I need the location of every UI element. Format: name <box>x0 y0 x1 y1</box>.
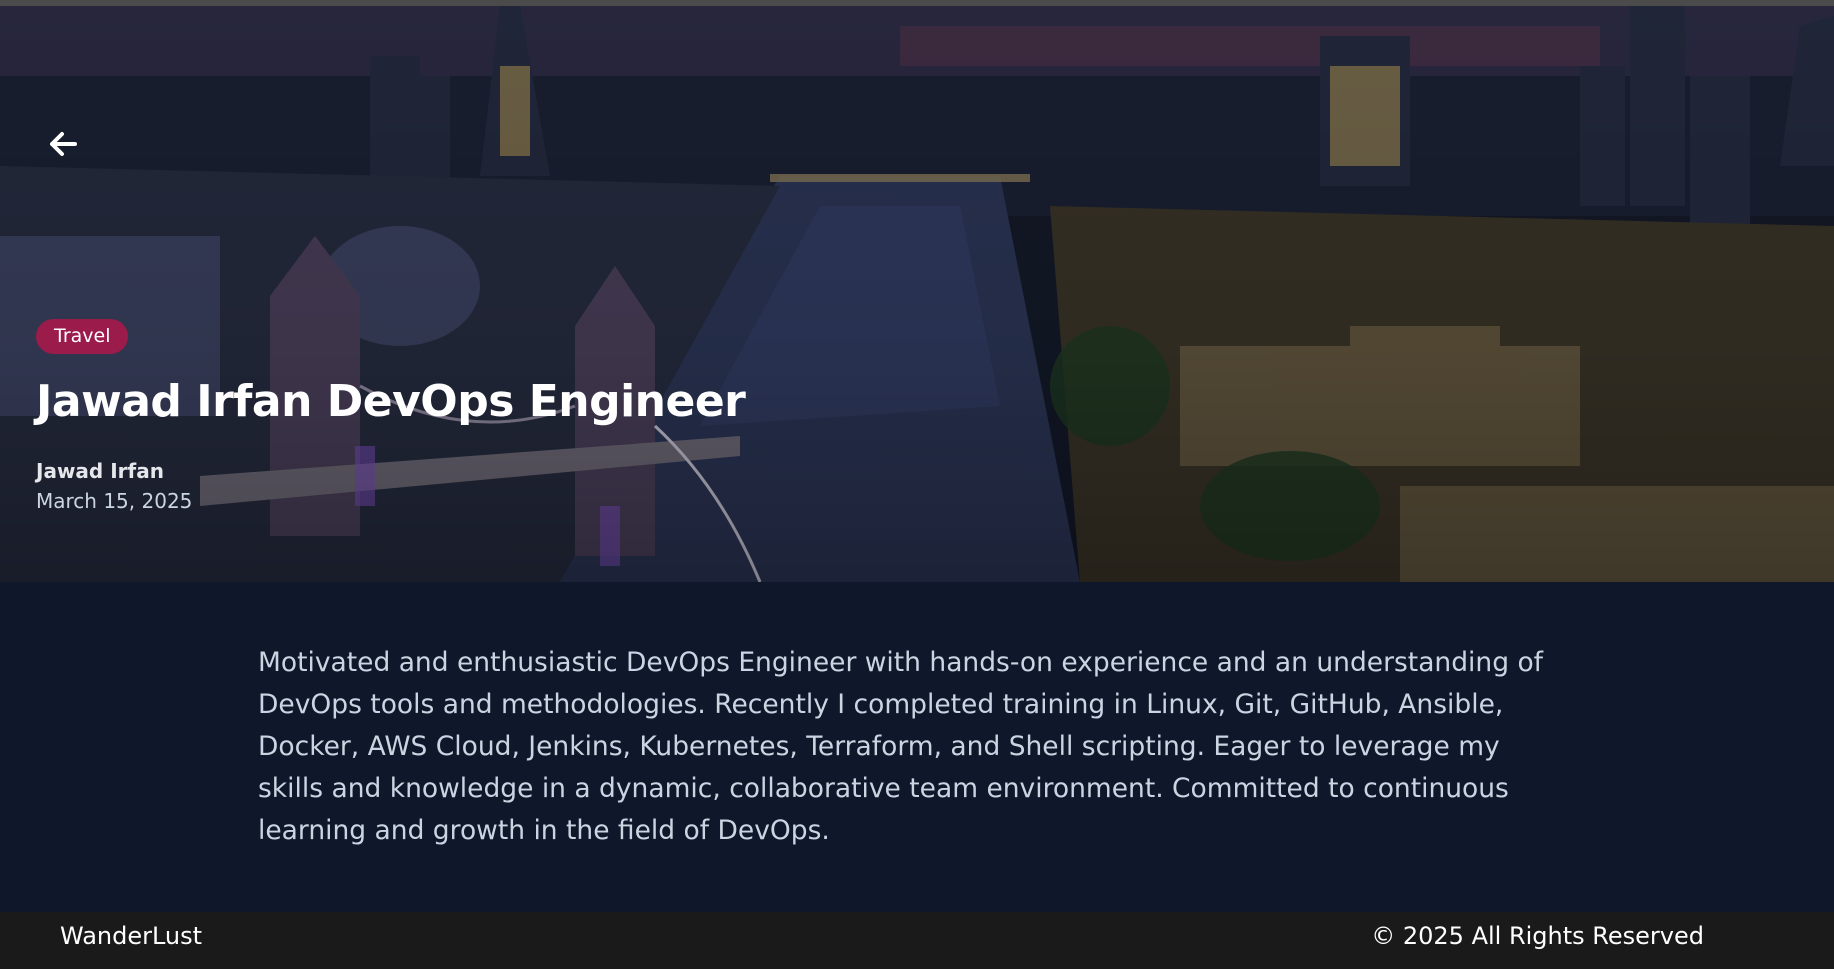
footer-copyright: © 2025 All Rights Reserved <box>1371 922 1704 950</box>
hero-banner: Travel Jawad Irfan DevOps Engineer Jawad… <box>0 6 1834 582</box>
author-name: Jawad Irfan <box>36 459 164 483</box>
article-body: Motivated and enthusiastic DevOps Engine… <box>258 647 1543 846</box>
back-button[interactable] <box>44 124 84 164</box>
footer-brand[interactable]: WanderLust <box>60 922 202 950</box>
footer: WanderLust © 2025 All Rights Reserved <box>0 912 1834 969</box>
post-title: Jawad Irfan DevOps Engineer <box>36 376 746 427</box>
hero-overlay <box>0 6 1834 582</box>
category-tag[interactable]: Travel <box>36 319 129 354</box>
arrow-left-icon <box>50 132 77 156</box>
post-date: March 15, 2025 <box>36 489 193 513</box>
article-content: Motivated and enthusiastic DevOps Engine… <box>0 582 1834 912</box>
